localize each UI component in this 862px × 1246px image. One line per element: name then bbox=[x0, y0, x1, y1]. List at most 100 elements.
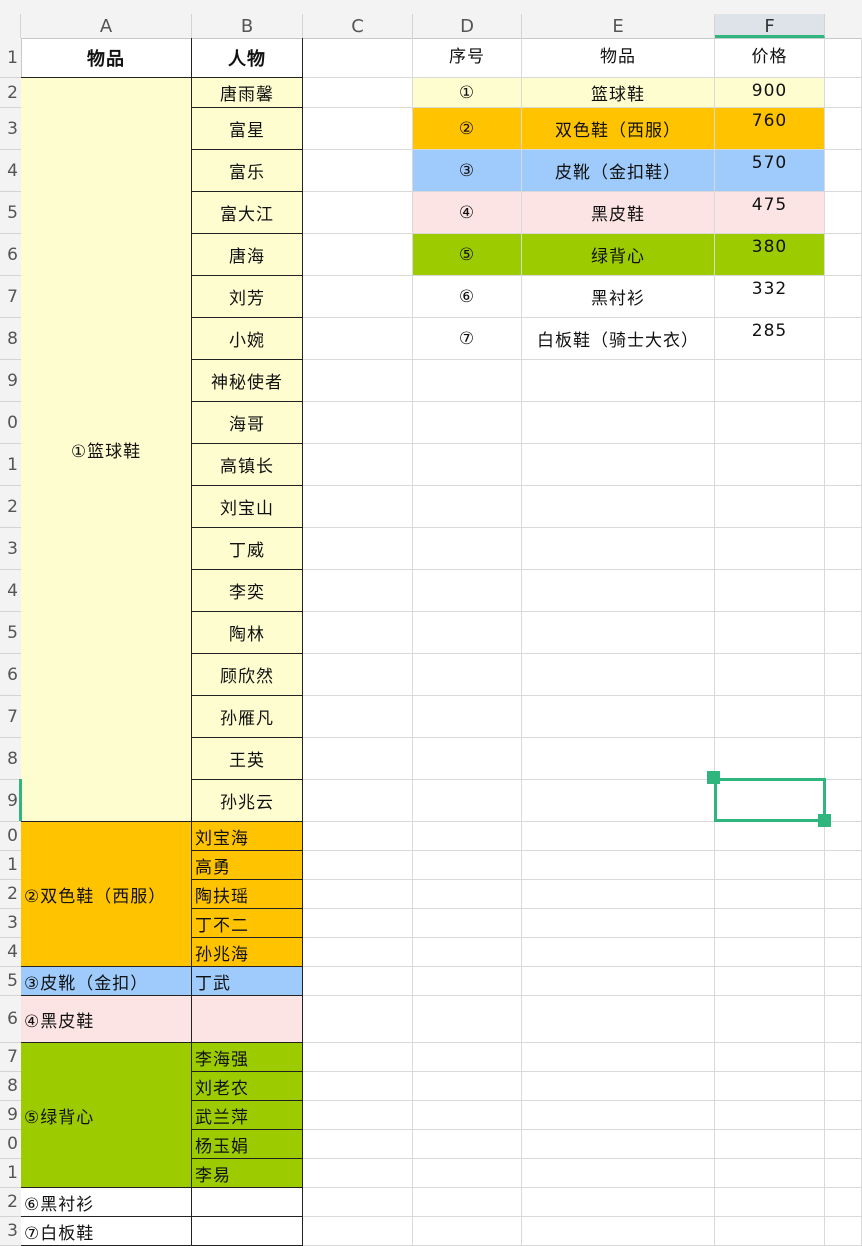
grid-cell[interactable] bbox=[715, 851, 825, 880]
grid-cell[interactable] bbox=[303, 486, 413, 528]
grid-cell[interactable] bbox=[715, 612, 825, 654]
grid-cell[interactable] bbox=[825, 402, 862, 444]
person-cell[interactable]: 陶扶瑶 bbox=[192, 880, 303, 909]
grid-cell[interactable] bbox=[522, 851, 715, 880]
person-cell[interactable] bbox=[192, 996, 303, 1043]
row-header[interactable]: 5 bbox=[0, 192, 21, 234]
grid-cell[interactable] bbox=[303, 234, 413, 276]
grid-cell[interactable] bbox=[715, 570, 825, 612]
row-header[interactable]: 4 bbox=[0, 570, 21, 612]
grid-cell[interactable] bbox=[715, 1043, 825, 1072]
grid-cell[interactable] bbox=[825, 967, 862, 996]
person-cell[interactable]: 富星 bbox=[192, 108, 303, 150]
price-row-item[interactable]: 双色鞋（西服） bbox=[522, 108, 715, 150]
grid-cell[interactable] bbox=[522, 360, 715, 402]
person-cell[interactable]: 孙雁凡 bbox=[192, 696, 303, 738]
row-header[interactable]: 2 bbox=[0, 1188, 21, 1217]
grid-cell[interactable] bbox=[303, 108, 413, 150]
grid-cell[interactable] bbox=[522, 486, 715, 528]
grid-cell[interactable] bbox=[825, 851, 862, 880]
person-cell[interactable]: 李易 bbox=[192, 1159, 303, 1188]
grid-cell[interactable] bbox=[303, 444, 413, 486]
row-header[interactable]: 5 bbox=[0, 612, 21, 654]
person-cell[interactable]: 李奕 bbox=[192, 570, 303, 612]
price-row-item[interactable]: 篮球鞋 bbox=[522, 78, 715, 108]
grid-cell[interactable] bbox=[413, 1043, 522, 1072]
grid-cell[interactable] bbox=[413, 967, 522, 996]
person-cell[interactable]: 高镇长 bbox=[192, 444, 303, 486]
person-cell[interactable]: 神秘使者 bbox=[192, 360, 303, 402]
grid-cell[interactable] bbox=[303, 192, 413, 234]
grid-cell[interactable] bbox=[825, 360, 862, 402]
grid-cell[interactable] bbox=[303, 1130, 413, 1159]
grid-cell[interactable] bbox=[825, 1159, 862, 1188]
person-cell[interactable] bbox=[192, 1188, 303, 1217]
person-cell[interactable] bbox=[192, 1217, 303, 1246]
person-cell[interactable]: 高勇 bbox=[192, 851, 303, 880]
grid-cell[interactable] bbox=[413, 780, 522, 822]
grid-cell[interactable] bbox=[825, 1101, 862, 1130]
grid-cell[interactable] bbox=[303, 909, 413, 938]
row-header[interactable]: 0 bbox=[0, 402, 21, 444]
grid-cell[interactable] bbox=[413, 612, 522, 654]
price-row-item[interactable]: 白板鞋（骑士大衣） bbox=[522, 318, 715, 360]
grid-cell[interactable] bbox=[522, 528, 715, 570]
person-cell[interactable]: 刘老农 bbox=[192, 1072, 303, 1101]
grid-cell[interactable] bbox=[413, 486, 522, 528]
grid-cell[interactable] bbox=[413, 1188, 522, 1217]
grid-cell[interactable] bbox=[522, 654, 715, 696]
row-header[interactable]: 9 bbox=[0, 360, 21, 402]
grid-cell[interactable] bbox=[825, 150, 862, 192]
grid-cell[interactable] bbox=[303, 822, 413, 851]
person-cell[interactable]: 李海强 bbox=[192, 1043, 303, 1072]
row-header[interactable]: 9 bbox=[0, 780, 21, 822]
grid-cell[interactable] bbox=[825, 1130, 862, 1159]
grid-cell[interactable] bbox=[825, 738, 862, 780]
row-header[interactable]: 1 bbox=[0, 851, 21, 880]
grid-cell[interactable] bbox=[825, 276, 862, 318]
grid-cell[interactable] bbox=[715, 967, 825, 996]
grid-cell[interactable] bbox=[413, 696, 522, 738]
person-cell[interactable]: 顾欣然 bbox=[192, 654, 303, 696]
grid-cell[interactable] bbox=[825, 528, 862, 570]
row-header[interactable]: 0 bbox=[0, 822, 21, 851]
grid-cell[interactable] bbox=[715, 996, 825, 1043]
grid-cell[interactable] bbox=[825, 612, 862, 654]
person-cell[interactable]: 刘芳 bbox=[192, 276, 303, 318]
grid-cell[interactable] bbox=[303, 938, 413, 967]
grid-cell[interactable] bbox=[303, 738, 413, 780]
grid-cell[interactable] bbox=[303, 150, 413, 192]
grid-cell[interactable] bbox=[522, 402, 715, 444]
grid-cell[interactable] bbox=[413, 402, 522, 444]
grid-cell[interactable] bbox=[522, 1130, 715, 1159]
grid-cell[interactable] bbox=[303, 1188, 413, 1217]
grid-cell[interactable] bbox=[303, 528, 413, 570]
grid-cell[interactable] bbox=[825, 1072, 862, 1101]
grid-cell[interactable] bbox=[825, 1188, 862, 1217]
person-cell[interactable]: 孙兆云 bbox=[192, 780, 303, 822]
price-row-item[interactable]: 黑衬衫 bbox=[522, 276, 715, 318]
grid-cell[interactable] bbox=[825, 996, 862, 1043]
person-cell[interactable]: 刘宝山 bbox=[192, 486, 303, 528]
grid-cell[interactable] bbox=[715, 738, 825, 780]
price-row-no[interactable]: ⑥ bbox=[413, 276, 522, 318]
grid-cell[interactable] bbox=[303, 654, 413, 696]
column-header-c[interactable]: C bbox=[303, 14, 413, 38]
person-cell[interactable]: 小婉 bbox=[192, 318, 303, 360]
price-row-no[interactable]: ① bbox=[413, 78, 522, 108]
row-header[interactable]: 6 bbox=[0, 234, 21, 276]
grid-cell[interactable] bbox=[522, 822, 715, 851]
grid-cell[interactable] bbox=[303, 570, 413, 612]
person-cell[interactable]: 唐雨馨 bbox=[192, 78, 303, 108]
price-row-no[interactable]: ③ bbox=[413, 150, 522, 192]
grid-cell[interactable] bbox=[715, 1217, 825, 1246]
grid-cell[interactable] bbox=[413, 996, 522, 1043]
grid-cell[interactable] bbox=[825, 486, 862, 528]
grid-cell[interactable] bbox=[715, 1188, 825, 1217]
row-header[interactable]: 8 bbox=[0, 318, 21, 360]
grid-cell[interactable] bbox=[413, 1101, 522, 1130]
selection-handle-bottom-right[interactable] bbox=[818, 814, 831, 827]
person-cell[interactable]: 丁武 bbox=[192, 967, 303, 996]
price-row-item[interactable]: 黑皮鞋 bbox=[522, 192, 715, 234]
person-cell[interactable]: 武兰萍 bbox=[192, 1101, 303, 1130]
